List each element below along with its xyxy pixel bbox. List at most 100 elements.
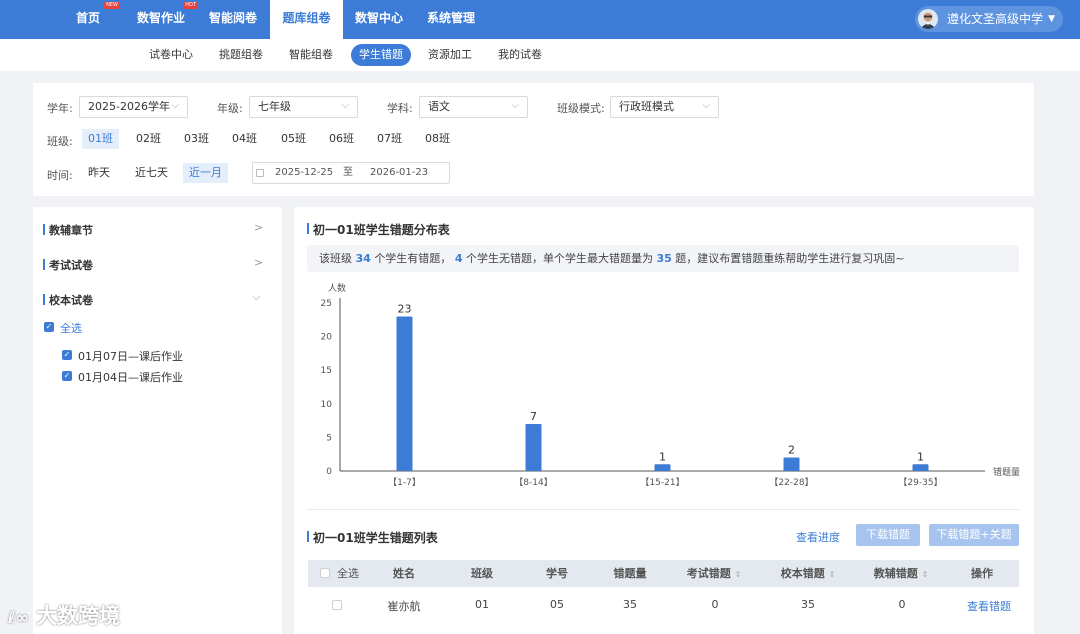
time-label: 时间: — [47, 169, 73, 182]
bar — [396, 316, 413, 471]
nav-item-system[interactable]: 系统管理 — [422, 0, 480, 39]
bar — [783, 457, 800, 471]
view-progress-link[interactable]: 查看进度 — [796, 529, 840, 545]
section-tutor-chapters[interactable]: 教辅章节 — [43, 222, 93, 238]
user-menu[interactable]: 遵化文圣高级中学 ▼ — [915, 6, 1063, 32]
students-with-errors: 34 — [355, 252, 371, 265]
nav-item-data-center[interactable]: 数智中心 — [350, 0, 408, 39]
section-school-papers[interactable]: 校本试卷 — [43, 292, 93, 308]
class-option[interactable]: 03班 — [178, 129, 215, 149]
time-option-month[interactable]: 近一月 — [183, 163, 228, 183]
mode-select[interactable]: 行政班模式 ⌵ — [610, 96, 719, 118]
error-distribution-chart: 人数错题量 0 5 10 15 20 25 23 【1-7】 7 【8-14】 1 【15-21】 2 【2… — [321, 282, 1020, 488]
subject-select[interactable]: 语文 ⌵ — [419, 96, 528, 118]
nav-item-marking[interactable]: 智能阅卷 — [204, 0, 262, 39]
chevron-right-icon[interactable]: > — [254, 221, 263, 234]
watermark-text: 大数跨境 — [36, 604, 121, 628]
subject-value: 语文 — [428, 100, 450, 113]
divider — [307, 509, 1019, 510]
x-tick-label: 【15-21】 — [640, 477, 684, 488]
col-action: 操作 — [971, 567, 993, 580]
col-school-errors-label: 校本错题 — [780, 567, 825, 580]
col-school-errors[interactable]: 校本错题 ⇕ — [774, 560, 842, 587]
download-errors-button[interactable]: 下载错题 — [856, 524, 920, 546]
row-checkbox[interactable] — [332, 600, 342, 610]
date-start: 2025-12-25 — [275, 167, 334, 178]
bar-value-label: 7 — [530, 410, 537, 423]
chevron-down-icon[interactable]: ⌵ — [252, 290, 260, 304]
y-tick-label: 0 — [326, 467, 332, 477]
subnav-exam-center[interactable]: 试卷中心 — [141, 44, 201, 66]
paper-label[interactable]: 01月04日—课后作业 — [78, 369, 183, 385]
select-all-checkbox[interactable]: ✓ — [44, 322, 54, 332]
col-error-count: 错题量 — [613, 567, 647, 580]
col-exam-errors-label: 考试错题 — [686, 567, 731, 580]
mode-label: 班级模式: — [557, 102, 605, 115]
x-tick-label: 【1-7】 — [388, 477, 421, 488]
y-tick-label: 5 — [326, 433, 332, 443]
class-option[interactable]: 08班 — [419, 129, 456, 149]
grade-select[interactable]: 七年级 ⌵ — [249, 96, 358, 118]
max-errors: 35 — [656, 252, 672, 265]
class-option[interactable]: 04班 — [226, 129, 263, 149]
sort-icon: ⇕ — [734, 570, 742, 579]
cell-class: 01 — [475, 598, 489, 611]
cell-tutor-errors: 0 — [898, 598, 906, 611]
top-nav-bar: 首页 NEW 数智作业 HOT 智能阅卷 题库组卷 数智中心 系统管理 遵化文圣高级… — [0, 0, 1080, 39]
date-range-picker[interactable]: 2025-12-25 至 2026-01-23 — [252, 162, 450, 184]
class-option[interactable]: 01班 — [82, 129, 119, 149]
x-axis-label: 错题量 — [993, 466, 1020, 478]
subnav-student-errors[interactable]: 学生错题 — [351, 44, 411, 66]
nav-label: 数智作业 — [136, 11, 185, 25]
header-select-all[interactable]: 全选 — [333, 560, 363, 587]
list-title: 初一01班学生错题列表 — [307, 529, 438, 546]
chevron-down-icon: ⌵ — [171, 100, 179, 111]
view-errors-link[interactable]: 查看错题 — [961, 598, 1017, 614]
summary-banner: 该班级 34 个学生有错题， 4 个学生无错题，单个学生最大错题量为 35 题，… — [307, 245, 1019, 272]
bar-value-label: 23 — [398, 302, 412, 315]
grade-label: 年级: — [217, 102, 243, 115]
class-option[interactable]: 05班 — [275, 129, 312, 149]
bar — [525, 423, 542, 471]
class-option[interactable]: 06班 — [323, 129, 360, 149]
chevron-down-icon: ⌵ — [511, 100, 519, 111]
select-all-label[interactable]: 全选 — [60, 320, 82, 336]
class-option[interactable]: 07班 — [371, 129, 408, 149]
time-option-yesterday[interactable]: 昨天 — [82, 163, 116, 183]
subnav-my-papers[interactable]: 我的试卷 — [490, 44, 550, 66]
year-select[interactable]: 2025-2026学年 ⌵ — [79, 96, 188, 118]
new-badge: NEW — [104, 2, 120, 9]
chevron-down-icon: ⌵ — [341, 100, 349, 111]
caret-down-icon: ▼ — [1048, 14, 1055, 24]
nav-item-homework[interactable]: 数智作业 HOT — [132, 0, 198, 39]
subnav-pick-questions[interactable]: 挑题组卷 — [211, 44, 271, 66]
sort-icon: ⇕ — [828, 570, 836, 579]
header-checkbox[interactable] — [320, 568, 330, 578]
section-exam-papers[interactable]: 考试试卷 — [43, 257, 93, 273]
nav-item-question-bank[interactable]: 题库组卷 — [270, 0, 343, 39]
paper-checkbox[interactable]: ✓ — [62, 371, 72, 381]
y-tick-label: 10 — [321, 400, 333, 410]
summary-text: 题，建议布置错题重练帮助学生进行复习巩固~ — [675, 252, 905, 265]
bar-value-label: 1 — [659, 450, 666, 463]
summary-text: 个学生无错题，单个学生最大错题量为 — [465, 252, 653, 265]
subnav-smart-compose[interactable]: 智能组卷 — [281, 44, 341, 66]
class-option[interactable]: 02班 — [130, 129, 167, 149]
subject-label: 学科: — [387, 102, 413, 115]
cell-school-errors: 35 — [801, 598, 815, 611]
time-option-week[interactable]: 近七天 — [129, 163, 174, 183]
chevron-right-icon[interactable]: > — [254, 256, 263, 269]
col-class: 班级 — [471, 567, 493, 580]
download-errors-answers-button[interactable]: 下载错题+关题 — [929, 524, 1019, 546]
nav-item-home[interactable]: 首页 NEW — [64, 0, 120, 39]
col-exam-errors[interactable]: 考试错题 ⇕ — [680, 560, 748, 587]
watermark-logo: ℓ∞ 大数跨境 — [8, 600, 120, 630]
subnav-resource-processing[interactable]: 资源加工 — [420, 44, 480, 66]
paper-checkbox[interactable]: ✓ — [62, 350, 72, 360]
nav-label: 首页 — [75, 11, 100, 25]
date-end: 2026-01-23 — [370, 167, 429, 178]
col-tutor-errors[interactable]: 教辅错题 ⇕ — [867, 560, 935, 587]
paper-label[interactable]: 01月07日—课后作业 — [78, 348, 183, 364]
col-name: 姓名 — [393, 567, 415, 580]
x-tick-label: 【8-14】 — [514, 477, 552, 488]
